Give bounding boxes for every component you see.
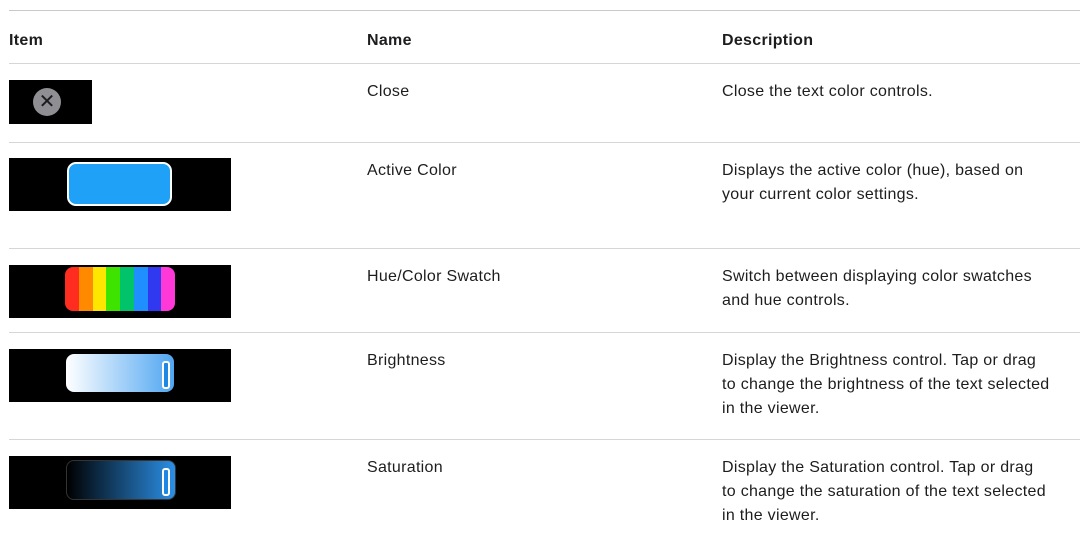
table-row: Hue/Color Swatch Switch between displayi… bbox=[9, 249, 1080, 333]
hue-band bbox=[161, 267, 175, 311]
hue-swatch-icon bbox=[65, 267, 175, 311]
brightness-thumbnail bbox=[9, 349, 231, 402]
row-description: Display the Saturation control. Tap or d… bbox=[722, 459, 1046, 524]
table-row: Saturation Display the Saturation contro… bbox=[9, 440, 1080, 538]
close-icon: ✕ bbox=[33, 88, 61, 116]
row-description: Close the text color controls. bbox=[722, 83, 933, 100]
table-header: Item Name Description bbox=[9, 11, 1080, 64]
saturation-slider-icon bbox=[66, 460, 176, 500]
active-color-swatch-icon bbox=[67, 162, 172, 206]
table-row: ✕ Close Close the text color controls. bbox=[9, 64, 1080, 143]
slider-handle-icon bbox=[162, 361, 170, 389]
saturation-thumbnail bbox=[9, 456, 231, 509]
hue-band bbox=[92, 267, 107, 311]
row-name: Active Color bbox=[367, 162, 457, 179]
hue-band bbox=[133, 267, 148, 311]
close-thumbnail: ✕ bbox=[9, 80, 92, 124]
hue-band bbox=[106, 267, 120, 311]
row-name: Saturation bbox=[367, 459, 443, 476]
hue-swatch-thumbnail bbox=[9, 265, 231, 318]
hue-band bbox=[65, 267, 79, 311]
table-row: Brightness Display the Brightness contro… bbox=[9, 333, 1080, 440]
row-name: Hue/Color Swatch bbox=[367, 268, 501, 285]
header-item: Item bbox=[9, 32, 44, 49]
hue-band bbox=[147, 267, 162, 311]
row-name: Close bbox=[367, 83, 410, 100]
hue-band bbox=[78, 267, 93, 311]
row-description: Switch between displaying color swatches… bbox=[722, 268, 1032, 309]
row-description: Display the Brightness control. Tap or d… bbox=[722, 352, 1050, 417]
hue-band bbox=[120, 267, 134, 311]
brightness-slider-icon bbox=[66, 354, 174, 392]
controls-table: Item Name Description ✕ Close Close the … bbox=[9, 10, 1080, 538]
header-name: Name bbox=[367, 32, 412, 49]
active-color-thumbnail bbox=[9, 158, 231, 211]
row-name: Brightness bbox=[367, 352, 446, 369]
row-description: Displays the active color (hue), based o… bbox=[722, 162, 1024, 203]
header-description: Description bbox=[722, 32, 814, 49]
slider-handle-icon bbox=[162, 468, 170, 496]
table-row: Active Color Displays the active color (… bbox=[9, 143, 1080, 249]
